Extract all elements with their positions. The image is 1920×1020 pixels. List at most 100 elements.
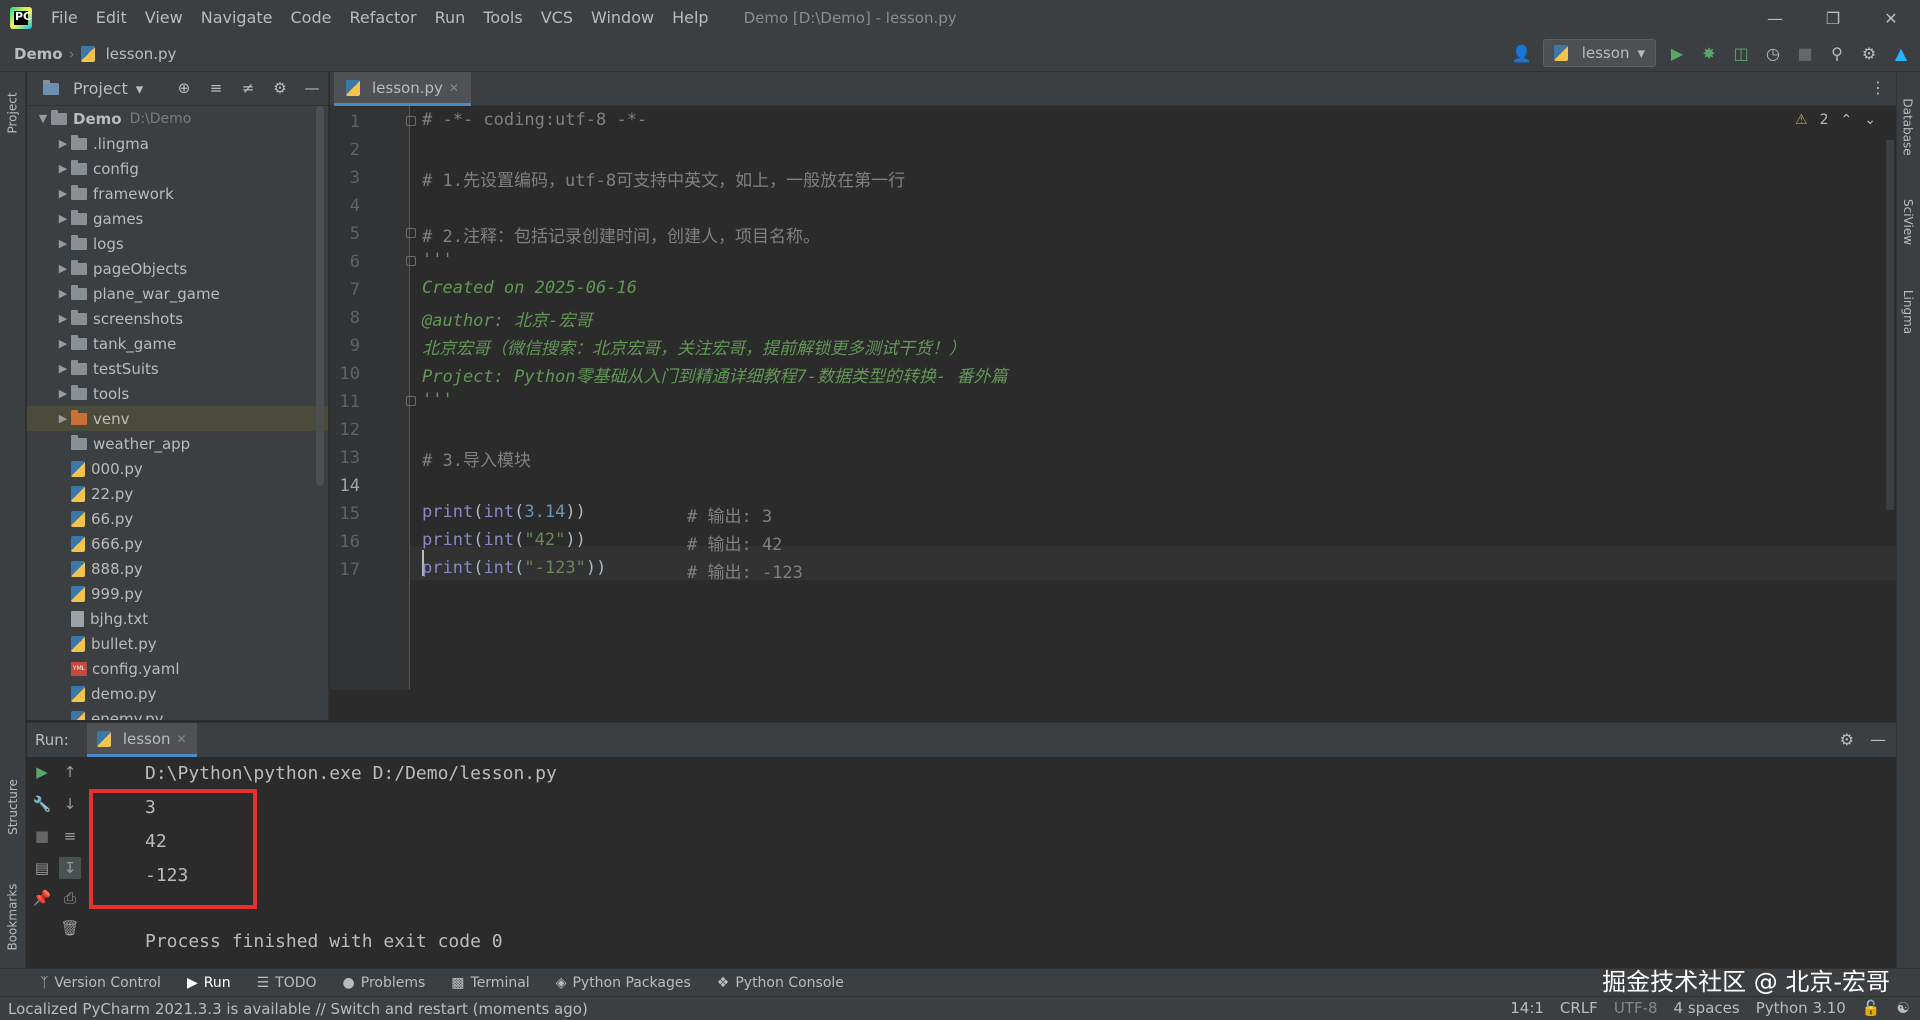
tree-folder[interactable]: ▶ pageObjects [27, 256, 328, 281]
hide-icon[interactable]: — [302, 78, 322, 98]
chevron-right-icon[interactable]: ▶ [55, 212, 71, 225]
chevron-right-icon[interactable]: ▶ [55, 262, 71, 275]
chevron-down-icon[interactable]: ⌄ [1864, 112, 1876, 128]
soft-wrap-icon[interactable]: ≡ [59, 825, 81, 847]
file-encoding[interactable]: UTF-8 [1614, 999, 1658, 1017]
project-tool-tab[interactable]: Project [0, 78, 26, 148]
debug-icon[interactable]: ✸ [1698, 42, 1720, 64]
run-tab-lesson[interactable]: lesson ✕ [86, 723, 197, 757]
interpreter[interactable]: Python 3.10 [1756, 999, 1846, 1017]
menu-run[interactable]: Run [426, 0, 475, 36]
console-output[interactable]: D:\Python\python.exe D:/Demo/lesson.py 3… [117, 757, 1867, 969]
breadcrumb-project[interactable]: Demo [14, 45, 63, 63]
gear-icon[interactable]: ⚙ [1858, 42, 1880, 64]
menu-view[interactable]: View [136, 0, 192, 36]
chevron-right-icon[interactable]: ▶ [55, 362, 71, 375]
chevron-right-icon[interactable]: ▶ [55, 287, 71, 300]
tree-folder[interactable]: ▶ config [27, 156, 328, 181]
locate-icon[interactable]: ⊕ [174, 78, 194, 98]
print-icon[interactable]: ⎙ [59, 887, 81, 909]
menu-refactor[interactable]: Refactor [340, 0, 425, 36]
chevron-right-icon[interactable]: ▶ [55, 387, 71, 400]
run-icon[interactable]: ▶ [1666, 42, 1688, 64]
menu-file[interactable]: File [42, 0, 87, 36]
tool-run[interactable]: ▶ Run [187, 975, 231, 991]
bookmarks-tool-tab[interactable]: Bookmarks [0, 862, 26, 972]
tree-folder-venv[interactable]: ▶ venv [27, 406, 328, 431]
tool-version-control[interactable]: ᛉ Version Control [40, 975, 161, 991]
tree-file[interactable]: 666.py [27, 531, 328, 556]
tree-folder[interactable]: ▶ tools [27, 381, 328, 406]
tree-folder[interactable]: ▶ framework [27, 181, 328, 206]
tree-file[interactable]: bjhg.txt [27, 606, 328, 631]
chevron-right-icon[interactable]: ▶ [55, 162, 71, 175]
arrow-down-icon[interactable]: ↓ [59, 793, 81, 815]
project-scrollbar[interactable] [316, 106, 324, 486]
tree-file[interactable]: enemy.py [27, 706, 328, 720]
tree-folder[interactable]: ▶ testSuits [27, 356, 328, 381]
stop-icon[interactable]: ■ [1794, 42, 1816, 64]
tree-file[interactable]: 999.py [27, 581, 328, 606]
chevron-right-icon[interactable]: ▶ [55, 237, 71, 250]
fold-marker-icon[interactable] [406, 396, 416, 406]
menu-edit[interactable]: Edit [87, 0, 136, 36]
layout-icon[interactable]: ▤ [31, 857, 53, 879]
code-editor[interactable]: 1 2 3 4 5 6 7 8 9 10 11 12 13 14 15 16 1… [330, 106, 1896, 690]
menu-window[interactable]: Window [582, 0, 663, 36]
tree-root[interactable]: ▼ Demo D:\Demo [27, 106, 328, 131]
expand-all-icon[interactable]: ≡ [206, 78, 226, 98]
close-icon[interactable]: ✕ [1862, 0, 1920, 36]
tree-file[interactable]: bullet.py [27, 631, 328, 656]
tool-python-console[interactable]: ❖ Python Console [717, 975, 844, 991]
menu-code[interactable]: Code [282, 0, 341, 36]
close-tab-icon[interactable]: ✕ [177, 732, 187, 746]
project-panel-title[interactable]: Project [73, 79, 128, 98]
profile-icon[interactable]: ◷ [1762, 42, 1784, 64]
hide-icon[interactable]: — [1870, 730, 1886, 749]
tree-file[interactable]: 22.py [27, 481, 328, 506]
menu-tools[interactable]: Tools [474, 0, 531, 36]
tree-folder[interactable]: weather_app [27, 431, 328, 456]
tree-file[interactable]: YML config.yaml [27, 656, 328, 681]
chevron-right-icon[interactable]: ▶ [55, 412, 71, 425]
pin-icon[interactable]: 📌 [31, 887, 53, 909]
tree-folder[interactable]: ▶ games [27, 206, 328, 231]
structure-tool-tab[interactable]: Structure [0, 752, 26, 862]
menu-vcs[interactable]: VCS [532, 0, 582, 36]
close-tab-icon[interactable]: ✕ [449, 81, 459, 95]
status-message[interactable]: Localized PyCharm 2021.3.3 is available … [8, 1000, 588, 1018]
tool-problems[interactable]: ● Problems [343, 975, 426, 991]
user-icon[interactable]: 👤 [1511, 42, 1533, 64]
fold-marker-icon[interactable] [406, 228, 416, 238]
chevron-down-icon[interactable]: ▾ [136, 80, 144, 98]
tree-file[interactable]: demo.py [27, 681, 328, 706]
tool-python-packages[interactable]: ◈ Python Packages [556, 975, 691, 991]
gear-icon[interactable]: ⚙ [270, 78, 290, 98]
tool-todo[interactable]: ☰ TODO [257, 975, 317, 991]
caret-position[interactable]: 14:1 [1510, 999, 1544, 1017]
more-options-icon[interactable]: ⋮ [1870, 78, 1886, 97]
rerun-icon[interactable]: ▶ [31, 761, 53, 783]
editor-scrollbar[interactable] [1886, 140, 1894, 510]
restore-icon[interactable]: ❐ [1804, 0, 1862, 36]
scroll-to-end-icon[interactable]: ↧ [59, 857, 81, 879]
chevron-right-icon[interactable]: ▶ [55, 312, 71, 325]
gear-icon[interactable]: ⚙ [1840, 730, 1854, 749]
inspection-widget[interactable]: ⚠ 2 ⌃ ⌄ [1795, 112, 1876, 128]
tree-folder[interactable]: ▶ logs [27, 231, 328, 256]
menu-navigate[interactable]: Navigate [192, 0, 282, 36]
collapse-all-icon[interactable]: ≠ [238, 78, 258, 98]
wrench-icon[interactable]: 🔧 [31, 793, 53, 815]
tab-lesson-py[interactable]: lesson.py ✕ [334, 72, 471, 106]
chevron-right-icon[interactable]: ▶ [55, 137, 71, 150]
chevron-right-icon[interactable]: ▶ [55, 337, 71, 350]
minimize-icon[interactable]: — [1746, 0, 1804, 36]
menu-help[interactable]: Help [663, 0, 717, 36]
tree-file[interactable]: 888.py [27, 556, 328, 581]
lingma-tool-tab[interactable]: Lingma [1896, 272, 1920, 352]
lock-icon[interactable]: 🔓 [1862, 999, 1881, 1017]
run-config-selector[interactable]: lesson ▾ [1542, 39, 1656, 67]
tree-folder[interactable]: ▶ .lingma [27, 131, 328, 156]
indent-setting[interactable]: 4 spaces [1674, 999, 1740, 1017]
sciview-tool-tab[interactable]: SciView [1896, 182, 1920, 262]
